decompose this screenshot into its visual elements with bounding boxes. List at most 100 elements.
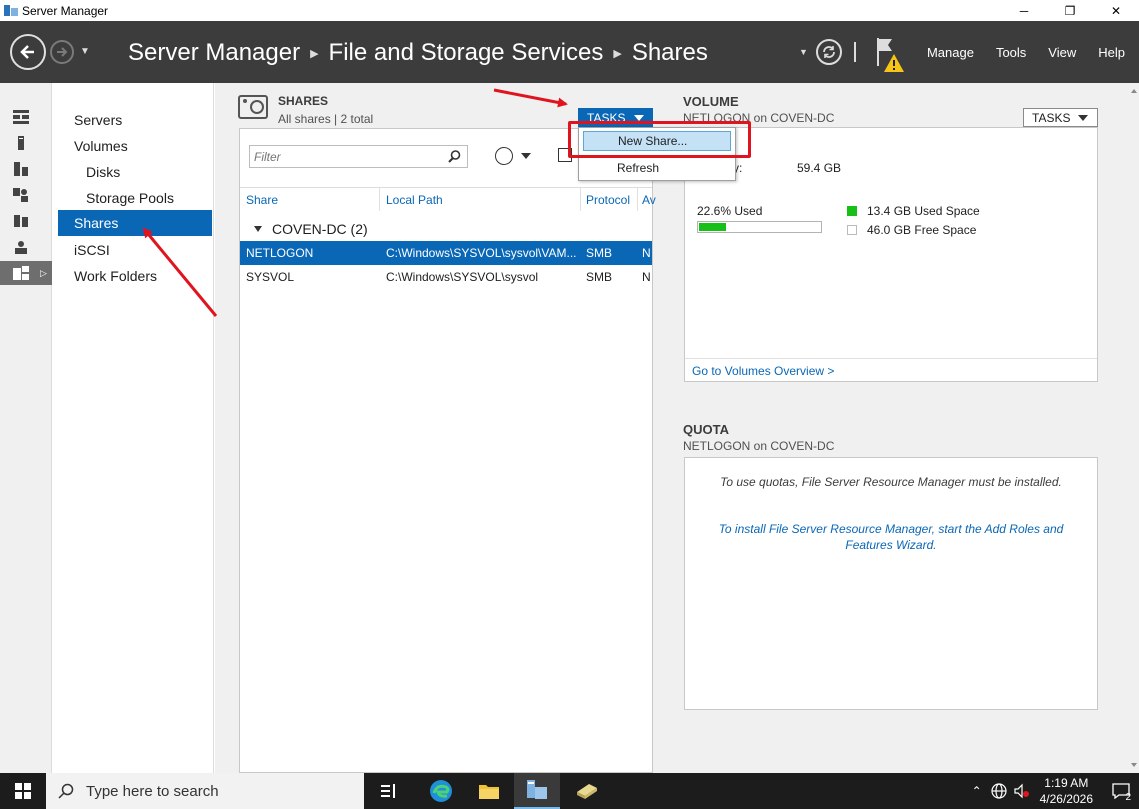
quota-message: To use quotas, File Server Resource Mana…	[720, 475, 1062, 489]
nav-item-disks[interactable]: Disks	[58, 159, 212, 185]
history-dropdown-icon[interactable]: ▼	[80, 46, 90, 57]
server-manager-icon	[527, 780, 547, 799]
nav-item-volumes[interactable]: Volumes	[58, 133, 212, 159]
network-globe-icon[interactable]	[988, 773, 1010, 809]
filter-input[interactable]	[250, 146, 440, 167]
taskbar-search[interactable]: Type here to search	[46, 773, 364, 809]
back-button[interactable]	[10, 34, 46, 70]
edge-button[interactable]	[418, 773, 464, 809]
menu-manage[interactable]: Manage	[916, 45, 985, 60]
column-divider[interactable]	[637, 188, 638, 211]
search-icon	[58, 783, 74, 799]
minimize-button[interactable]: ─	[1001, 0, 1047, 21]
column-header-local-path[interactable]: Local Path	[386, 193, 443, 207]
cell-share: NETLOGON	[246, 246, 314, 260]
shares-subtitle: All shares | 2 total	[278, 112, 374, 126]
task-view-icon	[381, 784, 395, 798]
cell-availability: N	[642, 270, 651, 284]
list-view-icon[interactable]	[495, 147, 513, 165]
filter-box[interactable]	[249, 145, 468, 168]
refresh-dropdown-icon[interactable]: ▼	[799, 47, 808, 57]
cell-share: SYSVOL	[246, 270, 295, 284]
cell-local-path: C:\Windows\SYSVOL\sysvol	[386, 270, 539, 284]
search-icon[interactable]	[448, 150, 461, 163]
column-header-availability[interactable]: Av	[642, 193, 656, 207]
notification-center-button[interactable]: 2	[1103, 773, 1139, 809]
show-hidden-icons-chevron-icon[interactable]: ⌃	[966, 773, 988, 809]
forward-button[interactable]	[50, 40, 74, 64]
nav-item-work-folders[interactable]: Work Folders	[58, 263, 212, 289]
all-servers-nav-icon[interactable]	[0, 157, 52, 181]
expand-arrow-icon: ▷	[40, 267, 47, 278]
column-header-protocol[interactable]: Protocol	[586, 193, 630, 207]
close-button[interactable]: ✕	[1093, 0, 1139, 21]
nav-item-storage-pools[interactable]: Storage Pools	[58, 185, 212, 211]
volume-tasks-button[interactable]: TASKS	[1023, 108, 1098, 127]
servers-icon	[14, 162, 28, 176]
column-divider[interactable]	[580, 188, 581, 211]
scroll-up-icon[interactable]	[1131, 89, 1137, 93]
app-taskbar-button[interactable]	[564, 773, 610, 809]
users-icon	[15, 241, 27, 254]
panel-divider	[685, 358, 1097, 359]
file-explorer-button[interactable]	[466, 773, 512, 809]
vertical-scrollbar[interactable]	[1129, 83, 1139, 773]
shares-panel: Share Local Path Protocol Av COVEN-DC (2…	[239, 128, 656, 773]
annotation-highlight-box	[568, 121, 751, 158]
used-percent: 22.6% Used	[697, 204, 763, 218]
volume-tasks-label: TASKS	[1032, 110, 1071, 125]
title-bar: Server Manager ─ ❐ ✕	[0, 0, 1139, 21]
menu-view[interactable]: View	[1037, 45, 1087, 60]
breadcrumb-server-manager[interactable]: Server Manager	[128, 39, 300, 67]
legend-free: 46.0 GB Free Space	[847, 223, 976, 237]
local-server-nav-icon[interactable]	[0, 131, 52, 155]
table-row[interactable]: SYSVOL C:\Windows\SYSVOL\sysvol SMB N	[240, 265, 652, 289]
group-header[interactable]: COVEN-DC (2)	[254, 221, 368, 237]
menu-help[interactable]: Help	[1087, 45, 1139, 60]
dashboard-nav-icon[interactable]	[0, 105, 52, 129]
nav-item-shares[interactable]: Shares	[58, 210, 212, 236]
column-divider[interactable]	[379, 188, 380, 211]
clock-time: 1:19 AM	[1044, 776, 1089, 790]
server-manager-taskbar-button[interactable]	[514, 773, 560, 809]
volume-muted-icon[interactable]	[1010, 773, 1032, 809]
breadcrumb-shares: Shares	[631, 39, 708, 66]
breadcrumb-separator-icon: ▶	[310, 47, 319, 60]
menu-tools[interactable]: Tools	[985, 45, 1037, 60]
window-title: Server Manager	[22, 3, 109, 18]
install-fsrm-link[interactable]: To install File Server Resource Manager,…	[685, 521, 1097, 553]
storage-icon	[13, 266, 29, 280]
server-icon	[18, 136, 24, 150]
maximize-button[interactable]: ❐	[1047, 0, 1093, 21]
dns-nav-icon[interactable]	[0, 209, 52, 233]
iis-nav-icon[interactable]	[0, 235, 52, 259]
nav-item-servers[interactable]: Servers	[58, 107, 212, 133]
cell-availability: N	[642, 246, 651, 260]
start-button[interactable]	[0, 773, 46, 809]
task-view-button[interactable]	[366, 773, 412, 809]
view-dropdown-icon[interactable]	[521, 153, 531, 159]
usage-bar-fill	[699, 223, 726, 231]
file-storage-nav-icon[interactable]: ▷	[0, 261, 52, 285]
refresh-icon[interactable]	[815, 39, 842, 65]
notifications-flag-icon[interactable]	[872, 32, 906, 72]
capacity-value: 59.4 GB	[797, 161, 842, 175]
goto-volumes-link[interactable]: Go to Volumes Overview >	[692, 364, 834, 378]
breadcrumb-file-storage[interactable]: File and Storage Services	[329, 39, 604, 67]
header-divider	[240, 187, 652, 188]
collapse-triangle-icon[interactable]	[254, 226, 262, 232]
table-row[interactable]: NETLOGON C:\Windows\SYSVOL\sysvol\VAM...…	[240, 241, 652, 265]
volume-title: VOLUME	[683, 94, 739, 109]
menu-item-refresh[interactable]: Refresh	[583, 158, 731, 178]
column-header-share[interactable]: Share	[246, 193, 278, 207]
scroll-down-icon[interactable]	[1131, 763, 1137, 767]
nav-item-iscsi[interactable]: iSCSI	[58, 237, 212, 263]
quota-panel: To use quotas, File Server Resource Mana…	[684, 457, 1098, 710]
shares-icon	[238, 95, 268, 119]
cell-local-path: C:\Windows\SYSVOL\sysvol\VAM...	[386, 246, 577, 260]
server-manager-icon	[4, 4, 18, 16]
clock[interactable]: 1:19 AM 4/26/2026	[1040, 775, 1093, 807]
directory-icon	[13, 188, 28, 202]
header-bar: ▼ Server Manager ▶ File and Storage Serv…	[0, 21, 1139, 83]
ad-ds-nav-icon[interactable]	[0, 183, 52, 207]
